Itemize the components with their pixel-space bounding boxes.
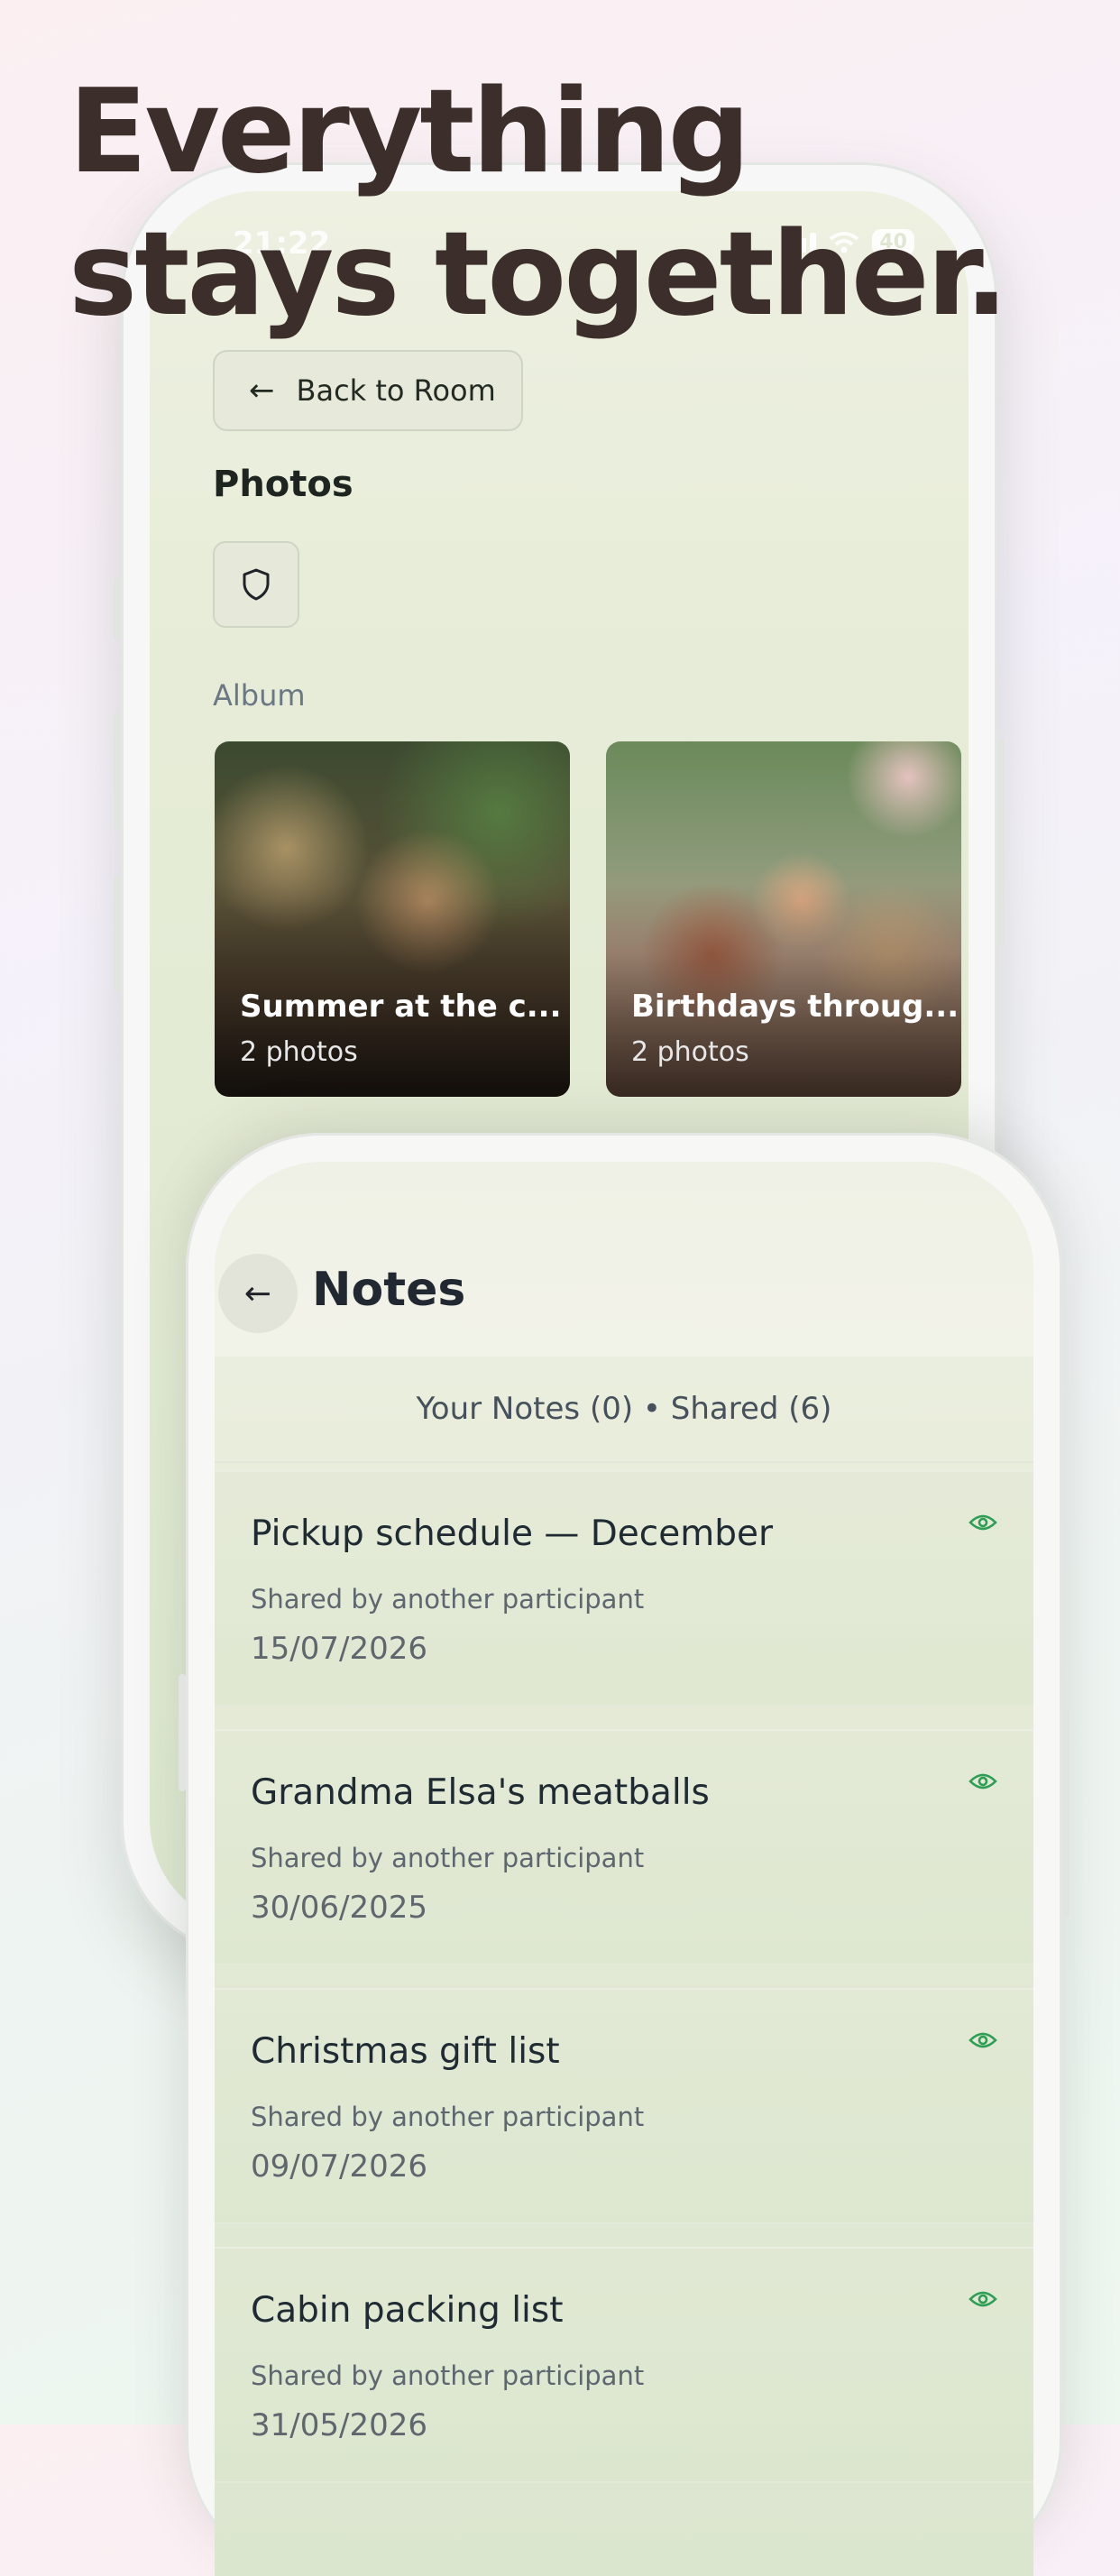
album-card[interactable]: Summer at the c... 2 photos	[215, 741, 570, 1097]
eye-icon	[969, 1514, 997, 1531]
note-title: Cabin packing list	[251, 2290, 564, 2331]
album-card[interactable]: Birthdays throug... 2 photos	[606, 741, 961, 1097]
note-title: Pickup schedule — December	[251, 1513, 774, 1554]
back-button[interactable]: ←	[218, 1254, 298, 1333]
note-date: 15/07/2026	[251, 1631, 427, 1667]
back-to-room-label: Back to Room	[296, 373, 496, 408]
note-date: 09/07/2026	[251, 2148, 427, 2185]
note-card[interactable]: Pickup schedule — December Shared by ano…	[215, 1470, 1033, 1707]
note-title: Grandma Elsa's meatballs	[251, 1772, 710, 1813]
photos-section-title: Photos	[213, 464, 353, 505]
note-card[interactable]: Grandma Elsa's meatballs Shared by anoth…	[215, 1729, 1033, 1965]
marketing-headline: Everything stays together.	[69, 61, 1008, 346]
phone-volume-button	[179, 1674, 186, 1791]
page-title: Notes	[312, 1263, 466, 1317]
phone-power-button	[1062, 1710, 1070, 1918]
note-title: Christmas gift list	[251, 2031, 560, 2072]
note-shared-by: Shared by another participant	[251, 1584, 645, 1615]
headline-line-2: stays together.	[69, 207, 1008, 342]
album-title: Summer at the c...	[240, 989, 562, 1025]
eye-icon	[969, 2291, 997, 2307]
phone-volume-up	[114, 713, 121, 830]
eye-icon	[969, 1773, 997, 1789]
note-card[interactable]: Christmas gift list Shared by another pa…	[215, 1988, 1033, 2224]
arrow-left-icon: ←	[243, 1274, 272, 1312]
phone-mockup-notes: ← Notes Your Notes (0) • Shared (6) Pick…	[179, 1133, 1070, 2576]
eye-icon	[969, 2032, 997, 2048]
album-section-label: Album	[213, 678, 306, 713]
note-shared-by: Shared by another participant	[251, 2102, 645, 2132]
headline-line-1: Everything	[69, 65, 750, 199]
phone-side-button	[114, 577, 121, 640]
notes-header: ← Notes	[215, 1162, 1033, 1357]
note-shared-by: Shared by another participant	[251, 2360, 645, 2391]
notes-summary: Your Notes (0) • Shared (6)	[215, 1357, 1033, 1463]
note-card[interactable]: Cabin packing list Shared by another par…	[215, 2247, 1033, 2483]
shield-icon	[243, 568, 270, 601]
arrow-left-icon: ←	[249, 373, 275, 409]
back-to-room-button[interactable]: ← Back to Room	[213, 350, 523, 431]
phone-volume-down	[114, 875, 121, 992]
notes-screen: ← Notes Your Notes (0) • Shared (6) Pick…	[215, 1162, 1033, 2576]
album-photo-count: 2 photos	[240, 1036, 358, 1068]
note-date: 31/05/2026	[251, 2407, 427, 2443]
phone-power-button	[997, 740, 1005, 947]
album-photo-count: 2 photos	[631, 1036, 749, 1068]
note-shared-by: Shared by another participant	[251, 1843, 645, 1873]
privacy-button[interactable]	[213, 541, 299, 628]
album-title: Birthdays throug...	[631, 989, 959, 1025]
note-date: 30/06/2025	[251, 1890, 427, 1926]
